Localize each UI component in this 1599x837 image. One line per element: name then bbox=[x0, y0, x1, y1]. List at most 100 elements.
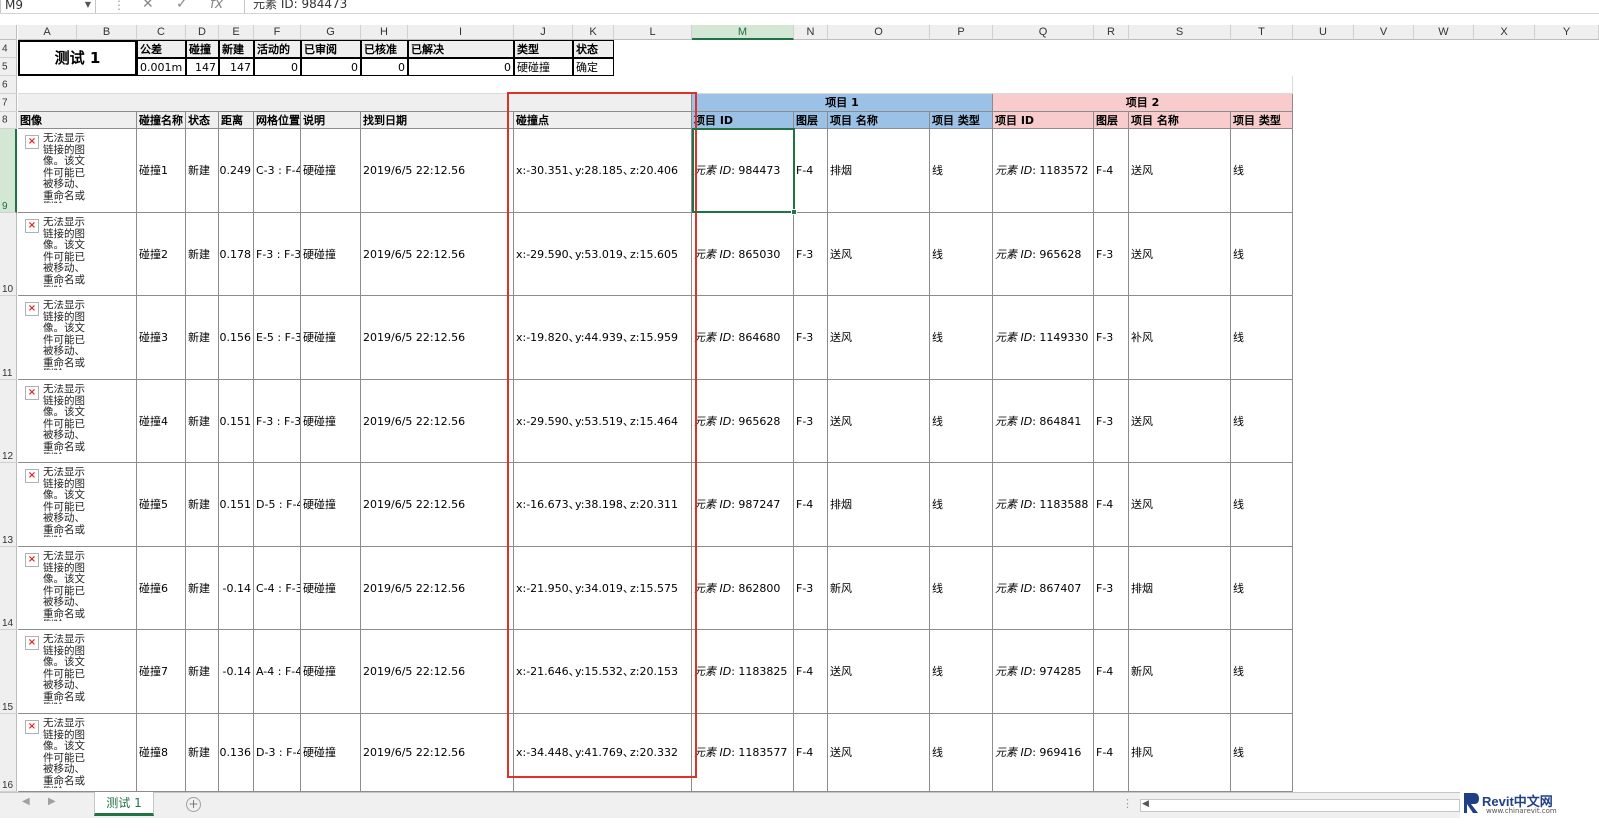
summary-value-cell[interactable]: 0 bbox=[254, 58, 301, 76]
sheet-tab-active[interactable]: 测试 1 bbox=[94, 792, 154, 816]
item2-layer-cell[interactable]: F-3 bbox=[1094, 296, 1129, 380]
column-header-n[interactable]: N bbox=[794, 25, 828, 40]
item2-name-cell[interactable]: 排风 bbox=[1129, 714, 1231, 792]
fill-handle[interactable] bbox=[791, 209, 797, 215]
scroll-split-icon[interactable]: ⋮ bbox=[1122, 797, 1133, 810]
item1-layer-cell[interactable]: F-3 bbox=[794, 380, 828, 463]
item1-layer-cell[interactable]: F-4 bbox=[794, 463, 828, 547]
description-cell[interactable]: 硬碰撞 bbox=[301, 714, 361, 792]
item1-type-cell[interactable]: 线 bbox=[930, 463, 993, 547]
column-header-c[interactable]: C bbox=[137, 25, 186, 40]
column-header-u[interactable]: U bbox=[1293, 25, 1354, 40]
horizontal-scrollbar[interactable] bbox=[1140, 799, 1460, 812]
item2-id-cell[interactable]: 元素 ID: 1149330 bbox=[993, 296, 1094, 380]
item1-id-cell[interactable]: 元素 ID: 965628 bbox=[692, 380, 794, 463]
table-header-cell[interactable]: 说明 bbox=[301, 112, 361, 129]
item1-name-cell[interactable]: 排烟 bbox=[828, 463, 930, 547]
item2-id-cell[interactable]: 元素 ID: 1183588 bbox=[993, 463, 1094, 547]
item1-layer-cell[interactable]: F-4 bbox=[794, 630, 828, 714]
table-header-cell[interactable]: 找到日期 bbox=[361, 112, 514, 129]
found-date-cell[interactable]: 2019/6/5 22:12.56 bbox=[361, 547, 514, 630]
broken-image-cell[interactable]: × 无法显示链接的图像。该文件可能已被移动、重命名或删除。 bbox=[18, 296, 137, 380]
clash-name-cell[interactable]: 碰撞3 bbox=[137, 296, 186, 380]
column-header-t[interactable]: T bbox=[1231, 25, 1293, 40]
table-header-cell[interactable]: 图像 bbox=[18, 112, 137, 129]
cancel-icon[interactable]: ✕ bbox=[142, 0, 154, 13]
summary-header-cell[interactable]: 类型 bbox=[514, 40, 573, 58]
item2-id-cell[interactable]: 元素 ID: 969416 bbox=[993, 714, 1094, 792]
summary-value-cell[interactable]: 0 bbox=[408, 58, 514, 76]
column-header-d[interactable]: D bbox=[186, 25, 219, 40]
clash-name-cell[interactable]: 碰撞8 bbox=[137, 714, 186, 792]
item2-name-cell[interactable]: 补风 bbox=[1129, 296, 1231, 380]
item2-type-cell[interactable]: 线 bbox=[1231, 380, 1293, 463]
item1-type-cell[interactable]: 线 bbox=[930, 630, 993, 714]
row-header-5[interactable]: 5 bbox=[0, 58, 17, 76]
description-cell[interactable]: 硬碰撞 bbox=[301, 129, 361, 213]
item1-layer-cell[interactable]: F-3 bbox=[794, 213, 828, 296]
group-header-item1[interactable]: 项目 1 bbox=[692, 94, 993, 112]
item1-type-cell[interactable]: 线 bbox=[930, 129, 993, 213]
report-title[interactable]: 测试 1 bbox=[18, 40, 137, 76]
item2-layer-cell[interactable]: F-3 bbox=[1094, 547, 1129, 630]
column-header-g[interactable]: G bbox=[301, 25, 361, 40]
found-date-cell[interactable]: 2019/6/5 22:12.56 bbox=[361, 129, 514, 213]
grid-location-cell[interactable]: F-3 : F-3 bbox=[254, 380, 301, 463]
row-header-11[interactable]: 11 bbox=[0, 296, 17, 380]
table-header-cell[interactable]: 项目 名称 bbox=[1129, 112, 1231, 129]
item2-type-cell[interactable]: 线 bbox=[1231, 547, 1293, 630]
item1-type-cell[interactable]: 线 bbox=[930, 714, 993, 792]
item1-layer-cell[interactable]: F-3 bbox=[794, 547, 828, 630]
status-cell[interactable]: 新建 bbox=[186, 630, 219, 714]
clash-name-cell[interactable]: 碰撞6 bbox=[137, 547, 186, 630]
item1-id-cell[interactable]: 元素 ID: 1183577 bbox=[692, 714, 794, 792]
item2-type-cell[interactable]: 线 bbox=[1231, 463, 1293, 547]
summary-header-cell[interactable]: 活动的 bbox=[254, 40, 301, 58]
table-header-cell[interactable]: 项目 类型 bbox=[1231, 112, 1293, 129]
item1-id-cell[interactable]: 元素 ID: 864680 bbox=[692, 296, 794, 380]
item1-name-cell[interactable]: 新风 bbox=[828, 547, 930, 630]
summary-header-cell[interactable]: 碰撞 bbox=[186, 40, 219, 58]
item2-id-cell[interactable]: 元素 ID: 867407 bbox=[993, 547, 1094, 630]
item1-name-cell[interactable]: 送风 bbox=[828, 380, 930, 463]
prev-sheet-icon[interactable]: ◀ bbox=[22, 796, 30, 807]
item1-type-cell[interactable]: 线 bbox=[930, 380, 993, 463]
item1-id-cell[interactable]: 元素 ID: 865030 bbox=[692, 213, 794, 296]
item1-id-cell[interactable]: 元素 ID: 987247 bbox=[692, 463, 794, 547]
column-header-q[interactable]: Q bbox=[993, 25, 1094, 40]
table-header-cell[interactable]: 碰撞名称 bbox=[137, 112, 186, 129]
item1-id-cell[interactable]: 元素 ID: 862800 bbox=[692, 547, 794, 630]
description-cell[interactable]: 硬碰撞 bbox=[301, 296, 361, 380]
column-header-j[interactable]: J bbox=[514, 25, 573, 40]
table-header-cell[interactable]: 图层 bbox=[1094, 112, 1129, 129]
found-date-cell[interactable]: 2019/6/5 22:12.56 bbox=[361, 463, 514, 547]
found-date-cell[interactable]: 2019/6/5 22:12.56 bbox=[361, 714, 514, 792]
row-header-12[interactable]: 12 bbox=[0, 380, 17, 463]
table-header-cell[interactable]: 项目 名称 bbox=[828, 112, 930, 129]
insert-function-icon[interactable]: fx bbox=[210, 0, 223, 13]
column-header-o[interactable]: O bbox=[828, 25, 930, 40]
found-date-cell[interactable]: 2019/6/5 22:12.56 bbox=[361, 296, 514, 380]
item1-id-cell[interactable]: 元素 ID: 1183825 bbox=[692, 630, 794, 714]
description-cell[interactable]: 硬碰撞 bbox=[301, 547, 361, 630]
broken-image-cell[interactable]: × 无法显示链接的图像。该文件可能已被移动、重命名或删除。 bbox=[18, 714, 137, 792]
item2-type-cell[interactable]: 线 bbox=[1231, 129, 1293, 213]
name-box[interactable]: M9 ▼ bbox=[0, 0, 96, 13]
item1-name-cell[interactable]: 排烟 bbox=[828, 129, 930, 213]
column-header-s[interactable]: S bbox=[1129, 25, 1231, 40]
distance-cell[interactable]: -0.151 bbox=[219, 463, 254, 547]
summary-header-cell[interactable]: 已核准 bbox=[361, 40, 408, 58]
distance-cell[interactable]: -0.156 bbox=[219, 296, 254, 380]
row-header-8[interactable]: 8 bbox=[0, 112, 17, 129]
broken-image-cell[interactable]: × 无法显示链接的图像。该文件可能已被移动、重命名或删除。 bbox=[18, 547, 137, 630]
table-header-cell[interactable]: 距离 bbox=[219, 112, 254, 129]
table-header-cell[interactable]: 图层 bbox=[794, 112, 828, 129]
distance-cell[interactable]: -0.14 bbox=[219, 547, 254, 630]
item2-name-cell[interactable]: 新风 bbox=[1129, 630, 1231, 714]
row-header-15[interactable]: 15 bbox=[0, 630, 17, 714]
table-header-cell[interactable]: 项目 ID bbox=[993, 112, 1094, 129]
grid-location-cell[interactable]: D-5 : F-4 bbox=[254, 463, 301, 547]
item1-name-cell[interactable]: 送风 bbox=[828, 714, 930, 792]
add-sheet-button[interactable]: + bbox=[186, 797, 201, 812]
column-header-a[interactable]: A bbox=[18, 25, 77, 40]
